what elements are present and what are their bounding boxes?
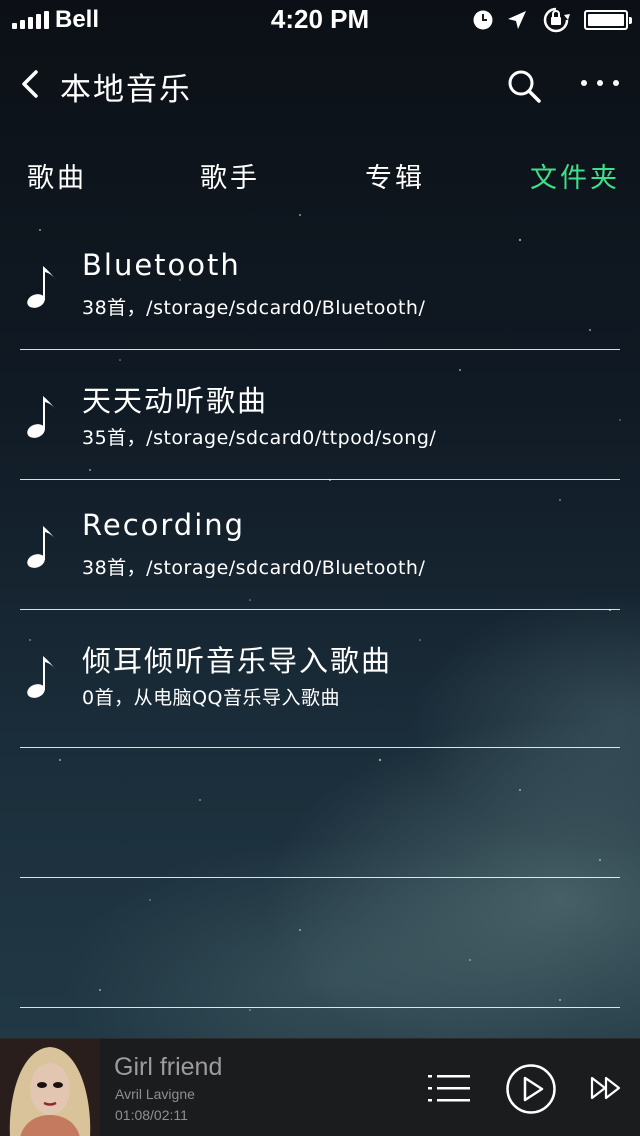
folder-detail: 0首，从电脑QQ音乐导入歌曲 — [82, 687, 340, 709]
mini-player[interactable]: Girl friend Avril Lavigne 01:08/02:11 — [0, 1038, 640, 1136]
folder-detail: 38首，/storage/sdcard0/Bluetooth/ — [82, 557, 426, 579]
location-arrow-icon — [508, 11, 526, 29]
empty-row — [20, 748, 620, 878]
status-right — [472, 6, 632, 34]
nav-bar: 本地音乐 — [0, 50, 640, 120]
folder-name: Recording — [82, 508, 246, 542]
song-title: Girl friend — [114, 1053, 223, 1081]
tab-artists[interactable]: 歌手 — [200, 156, 260, 195]
search-icon[interactable] — [506, 68, 542, 104]
list-item[interactable]: Recording 38首，/storage/sdcard0/Bluetooth… — [20, 480, 620, 610]
folder-detail: 35首，/storage/sdcard0/ttpod/song/ — [82, 427, 437, 449]
folder-name: 天天动听歌曲 — [82, 384, 269, 418]
page-title: 本地音乐 — [60, 72, 192, 108]
rotation-lock-icon — [543, 7, 570, 33]
playlist-icon[interactable] — [428, 1073, 470, 1103]
music-note-icon — [27, 266, 56, 308]
folder-name: 倾耳倾听音乐导入歌曲 — [82, 644, 393, 678]
folder-detail: 38首，/storage/sdcard0/Bluetooth/ — [82, 297, 426, 319]
battery-icon — [584, 10, 632, 30]
signal-icon — [12, 11, 49, 29]
folder-name: Bluetooth — [82, 248, 241, 282]
next-icon[interactable] — [590, 1075, 624, 1101]
music-note-icon — [27, 656, 56, 698]
clock-icon — [473, 10, 493, 30]
tab-bar: 歌曲 歌手 专辑 文件夹 — [0, 150, 640, 200]
album-art-portrait — [0, 1039, 100, 1136]
music-note-icon — [27, 396, 56, 438]
more-dots-icon[interactable] — [578, 68, 622, 98]
tab-albums[interactable]: 专辑 — [365, 156, 425, 195]
empty-row — [20, 878, 620, 1008]
song-time: 01:08/02:11 — [115, 1107, 188, 1123]
tab-songs[interactable]: 歌曲 — [27, 156, 87, 195]
music-note-icon — [27, 526, 56, 568]
list-item[interactable]: 倾耳倾听音乐导入歌曲 0首，从电脑QQ音乐导入歌曲 — [20, 610, 620, 748]
album-art[interactable] — [0, 1039, 100, 1136]
list-item[interactable]: Bluetooth 38首，/storage/sdcard0/Bluetooth… — [20, 220, 620, 350]
back-chevron-icon[interactable] — [14, 66, 50, 102]
carrier-label: Bell — [55, 6, 100, 33]
play-icon[interactable] — [505, 1063, 557, 1115]
list-item[interactable]: 天天动听歌曲 35首，/storage/sdcard0/ttpod/song/ — [20, 350, 620, 480]
status-bar: Bell 4:20 PM — [0, 0, 640, 40]
tab-folders[interactable]: 文件夹 — [530, 156, 620, 195]
song-artist: Avril Lavigne — [115, 1086, 195, 1102]
status-left: Bell — [12, 6, 99, 34]
